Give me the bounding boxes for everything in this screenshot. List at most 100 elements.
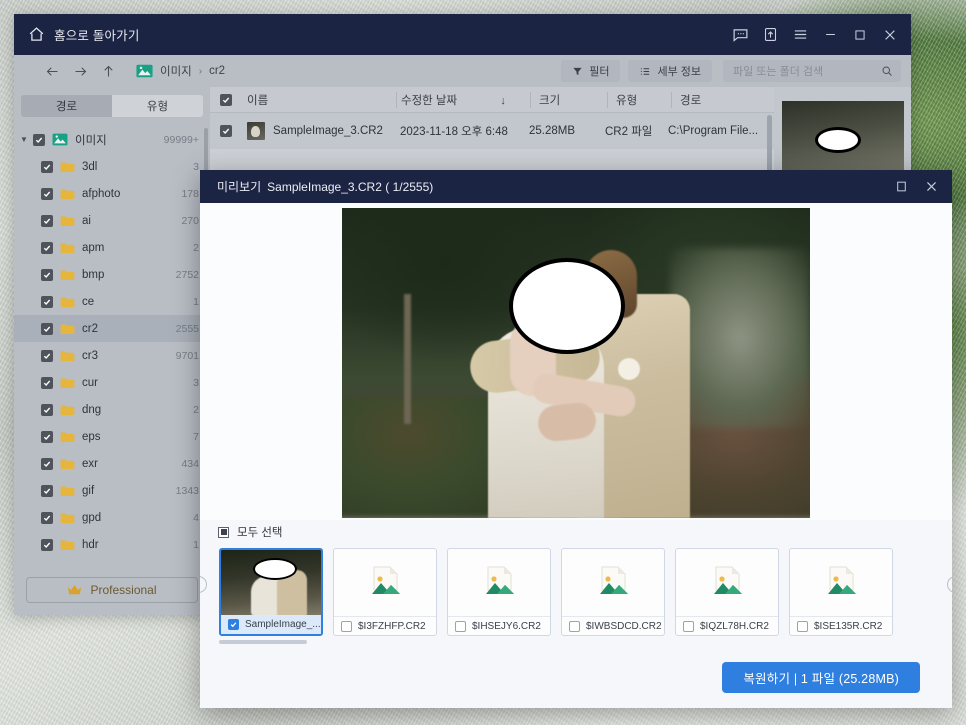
tree-checkbox[interactable] xyxy=(41,322,53,335)
tree-item-root[interactable]: ▼ 이미지 99999+ xyxy=(14,126,210,153)
tree-checkbox[interactable] xyxy=(41,187,53,200)
minimize-button[interactable] xyxy=(815,20,845,50)
feedback-button[interactable] xyxy=(725,20,755,50)
thumbnail-checkbox[interactable] xyxy=(455,620,466,632)
navigation-bar: 이미지 › cr2 필터 세부 정보 파일 또는 폴더 검색 xyxy=(14,55,911,87)
tree-checkbox[interactable] xyxy=(41,268,53,281)
column-header-type[interactable]: 유형 xyxy=(608,92,671,108)
tree-checkbox[interactable] xyxy=(41,457,53,470)
preview-photo xyxy=(342,207,810,518)
thumbnail-card[interactable]: $IQZL78H.CR2 xyxy=(675,548,779,636)
sidebar-item-count: 270 xyxy=(181,214,199,227)
sidebar-item-eps[interactable]: eps 7 xyxy=(14,423,210,450)
dialog-close-button[interactable] xyxy=(916,173,946,201)
thumbnail-checkbox[interactable] xyxy=(797,620,808,632)
tree-checkbox[interactable] xyxy=(41,538,53,551)
details-button[interactable]: 세부 정보 xyxy=(628,60,712,82)
thumbnail-prev-button[interactable]: ‹ xyxy=(200,576,207,593)
image-placeholder-icon xyxy=(372,566,400,594)
tree-checkbox[interactable] xyxy=(41,430,53,443)
tree-checkbox[interactable] xyxy=(41,349,53,362)
forward-arrow-icon xyxy=(75,66,86,76)
thumbnail-list: SampleImage_... $I3FZHFP.CR2 $IHSEJY6.CR2 $… xyxy=(219,548,893,636)
tree-checkbox[interactable] xyxy=(41,403,53,416)
tab-type[interactable]: 유형 xyxy=(112,95,203,117)
thumbnail-card[interactable]: SampleImage_... xyxy=(219,548,323,636)
professional-button[interactable]: Professional xyxy=(26,577,198,603)
sidebar-item-cr3[interactable]: cr3 9701 xyxy=(14,342,210,369)
select-all-checkbox[interactable] xyxy=(218,526,229,538)
tree-item-label: 이미지 xyxy=(75,134,107,147)
dialog-maximize-button[interactable] xyxy=(886,173,916,201)
tab-path[interactable]: 경로 xyxy=(21,95,112,117)
home-button[interactable]: 홈으로 돌아가기 xyxy=(28,25,140,44)
select-all-files-checkbox[interactable] xyxy=(220,93,232,106)
sidebar-item-label: bmp xyxy=(82,268,105,281)
table-row[interactable]: SampleImage_3.CR2 2023-11-18 오후 6:48 25.… xyxy=(210,113,774,149)
thumbnail-card[interactable]: $ISE135R.CR2 xyxy=(789,548,893,636)
tree-checkbox[interactable] xyxy=(41,241,53,254)
sidebar-item-ce[interactable]: ce 1 xyxy=(14,288,210,315)
sidebar-item-afphoto[interactable]: afphoto 178 xyxy=(14,180,210,207)
tree-checkbox[interactable] xyxy=(41,160,53,173)
expand-caret-icon[interactable]: ▼ xyxy=(20,135,33,144)
column-header-size[interactable]: 크기 xyxy=(531,92,607,108)
search-input[interactable]: 파일 또는 폴더 검색 xyxy=(723,60,901,82)
select-all-row[interactable]: 모두 선택 xyxy=(200,520,952,544)
sidebar-item-gif[interactable]: gif 1343 xyxy=(14,477,210,504)
thumbnail-checkbox[interactable] xyxy=(683,620,694,632)
sidebar-item-ai[interactable]: ai 270 xyxy=(14,207,210,234)
feedback-icon xyxy=(733,29,747,42)
tree-checkbox[interactable] xyxy=(41,511,53,524)
tree-checkbox[interactable] xyxy=(33,133,45,146)
up-button[interactable] xyxy=(94,57,122,85)
thumbnail-card[interactable]: $IHSEJY6.CR2 xyxy=(447,548,551,636)
thumbnail-checkbox[interactable] xyxy=(569,620,580,632)
thumbnail-card[interactable]: $IWBSDCD.CR2 xyxy=(561,548,665,636)
column-header-date[interactable]: 수정한 날짜 ↓ xyxy=(397,92,530,108)
breadcrumb-item-1[interactable]: cr2 xyxy=(209,65,225,77)
tree-checkbox[interactable] xyxy=(41,295,53,308)
check-icon xyxy=(222,128,230,134)
sidebar-item-exr[interactable]: exr 434 xyxy=(14,450,210,477)
maximize-button[interactable] xyxy=(845,20,875,50)
forward-button[interactable] xyxy=(66,57,94,85)
breadcrumb-item-0[interactable]: 이미지 xyxy=(160,63,192,79)
dialog-titlebar: 미리보기 SampleImage_3.CR2 ( 1/2555) xyxy=(200,170,952,203)
sidebar-item-label: cur xyxy=(82,376,98,389)
filter-button[interactable]: 필터 xyxy=(561,60,621,82)
tree-checkbox[interactable] xyxy=(41,484,53,497)
thumbnail-strip-scrollbar[interactable] xyxy=(219,640,307,644)
sidebar-item-cur[interactable]: cur 3 xyxy=(14,369,210,396)
tree-checkbox[interactable] xyxy=(41,376,53,389)
upgrade-button[interactable] xyxy=(755,20,785,50)
sidebar-item-count: 7 xyxy=(193,430,199,443)
column-header-name[interactable]: 이름 xyxy=(210,92,396,108)
sidebar-item-label: gif xyxy=(82,484,95,497)
sidebar-item-apm[interactable]: apm 2 xyxy=(14,234,210,261)
tree-children: 3dl 3 afphoto 178 ai 270 apm 2 bmp 2752 ce 1 cr2 2555… xyxy=(14,153,210,558)
sidebar-item-cr2[interactable]: cr2 2555 xyxy=(14,315,210,342)
close-button[interactable] xyxy=(875,20,905,50)
sidebar-item-hdr[interactable]: hdr 1 xyxy=(14,531,210,558)
thumbnail-card[interactable]: $I3FZHFP.CR2 xyxy=(333,548,437,636)
row-checkbox[interactable] xyxy=(220,125,232,137)
thumbnail-placeholder xyxy=(790,549,892,616)
menu-button[interactable] xyxy=(785,20,815,50)
sidebar-item-bmp[interactable]: bmp 2752 xyxy=(14,261,210,288)
thumbnail-name: $IWBSDCD.CR2 xyxy=(586,620,662,632)
back-button[interactable] xyxy=(38,57,66,85)
sidebar-item-gpd[interactable]: gpd 4 xyxy=(14,504,210,531)
tree-checkbox[interactable] xyxy=(41,214,53,227)
check-icon xyxy=(43,164,51,170)
cell-path: C:\Program File... xyxy=(668,125,759,137)
thumbnail-checkbox[interactable] xyxy=(341,620,352,632)
thumbnail-next-button[interactable]: › xyxy=(947,576,952,593)
recover-button[interactable]: 복원하기 | 1 파일 (25.28MB) xyxy=(722,661,920,693)
sidebar-item-dng[interactable]: dng 2 xyxy=(14,396,210,423)
preview-pane-thumbnail[interactable] xyxy=(782,101,904,177)
sidebar-item-3dl[interactable]: 3dl 3 xyxy=(14,153,210,180)
check-icon xyxy=(43,461,51,467)
thumbnail-checkbox[interactable] xyxy=(228,619,239,630)
column-header-path[interactable]: 경로 xyxy=(672,92,774,108)
